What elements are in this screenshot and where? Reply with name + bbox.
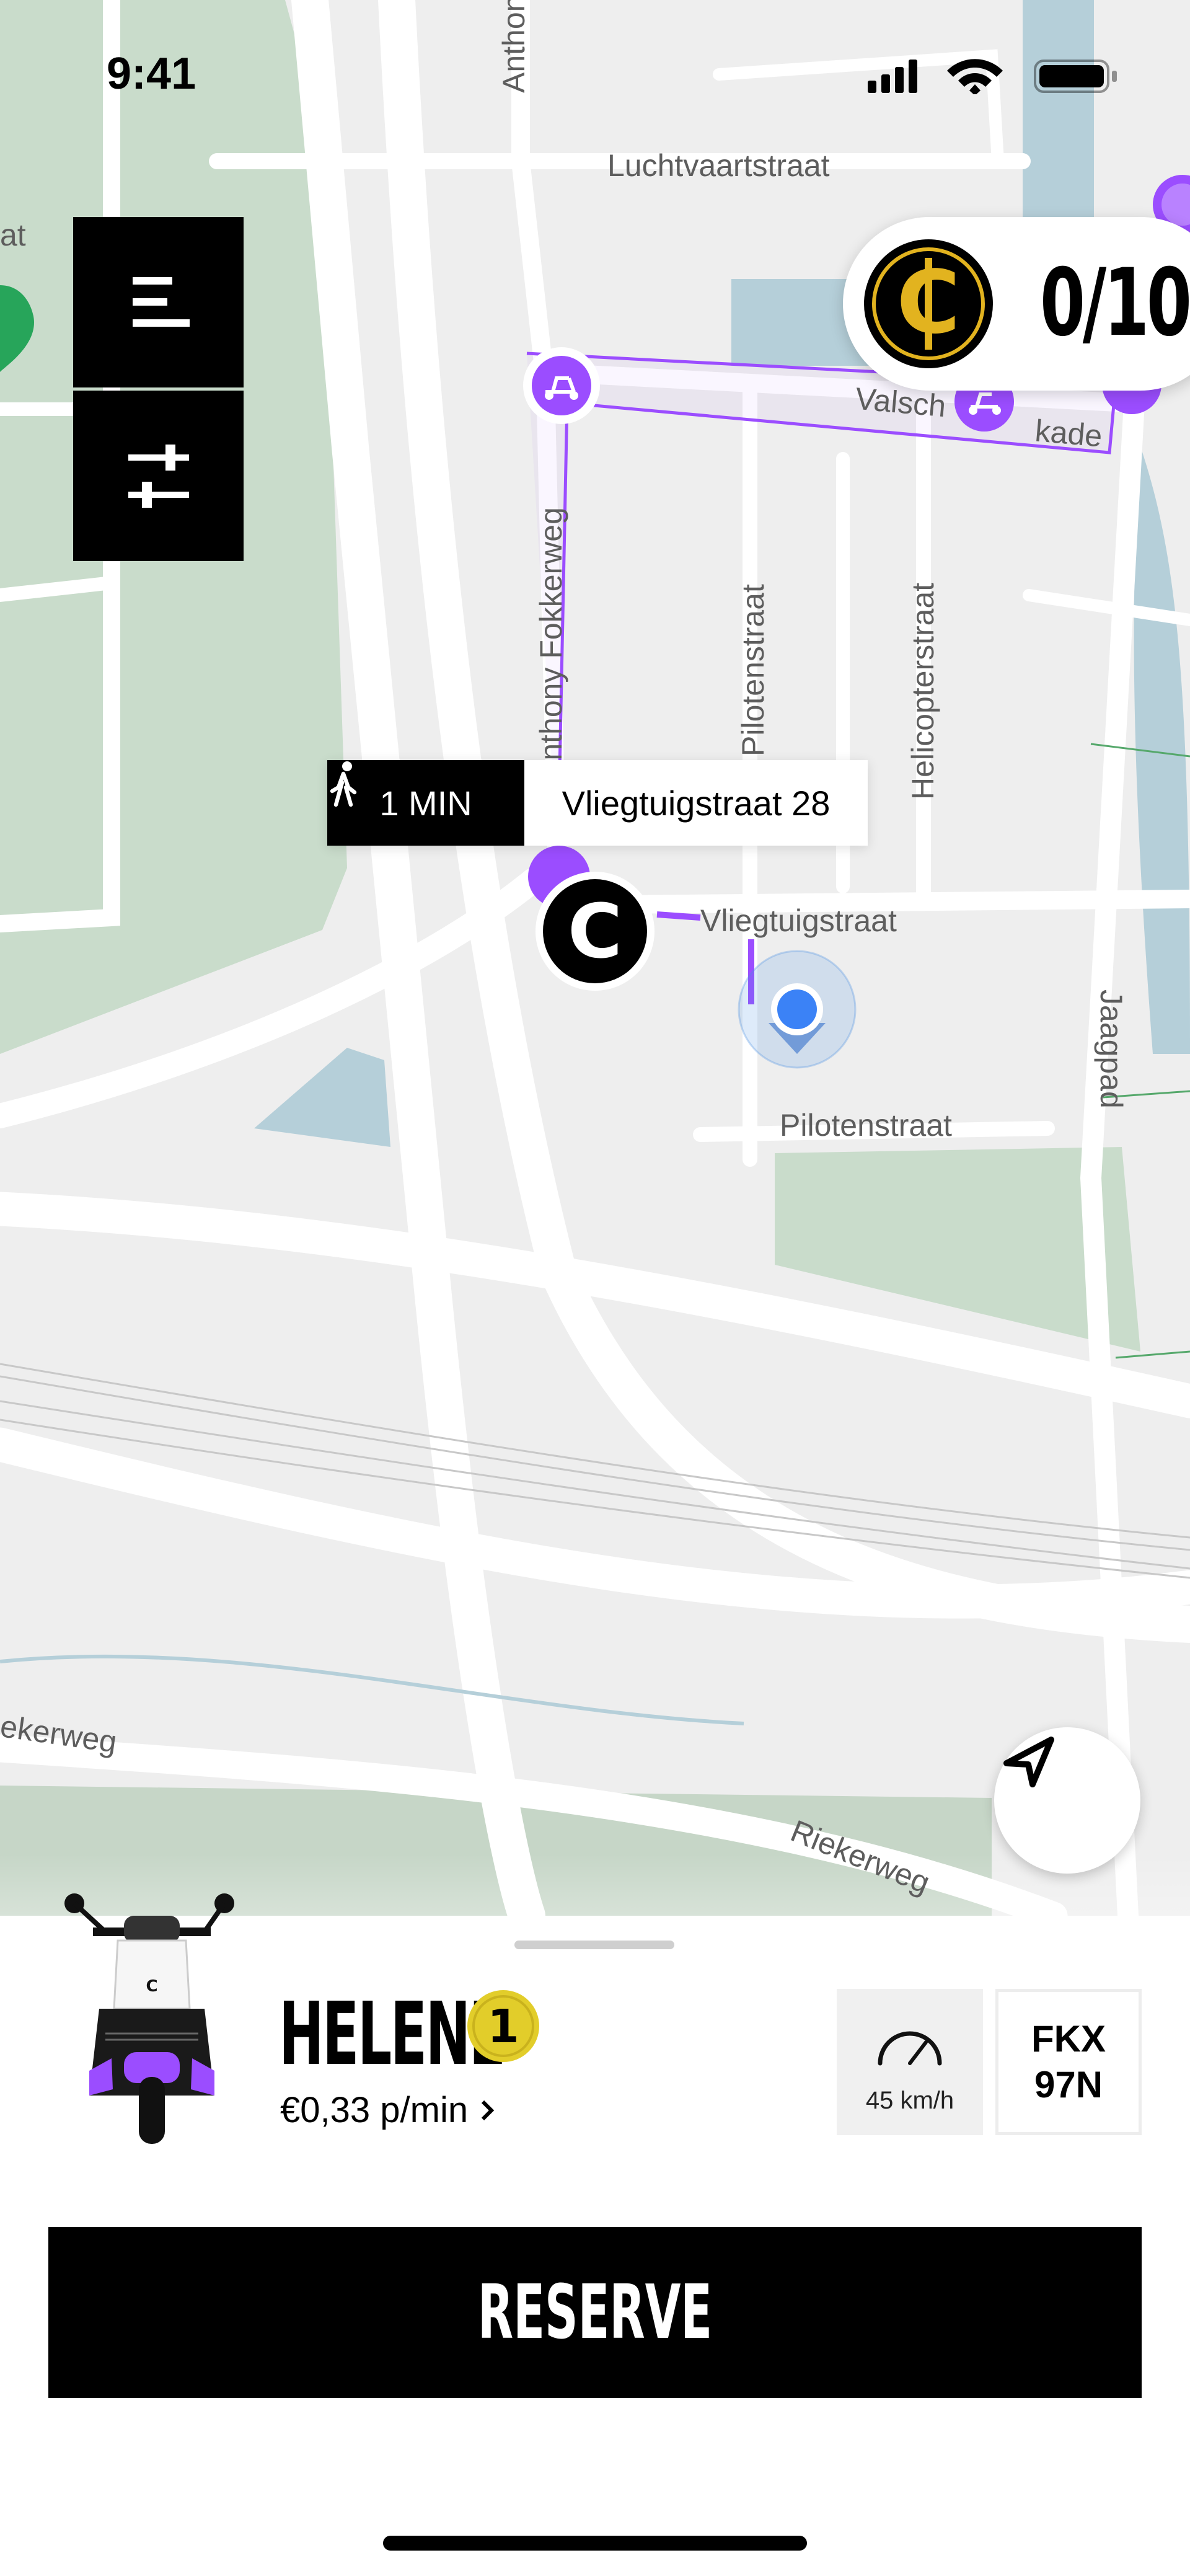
scooter-image: C: [64, 1893, 234, 2144]
coin-icon: C: [864, 239, 993, 368]
sliders-filter-icon: [128, 444, 189, 508]
street-label-pilotenstraat-vertical: Pilotenstraat: [736, 584, 770, 756]
hamburger-menu-icon: [132, 277, 190, 327]
reserve-button[interactable]: RESERVE: [48, 2227, 1142, 2398]
walk-address: Vliegtuigstraat 28: [524, 760, 868, 846]
walking-person-icon: [330, 761, 357, 807]
menu-button[interactable]: [73, 217, 244, 387]
street-label-anthony-fokkerweg: Anthony Fokkerweg: [534, 507, 568, 781]
reserve-label: RESERVE: [477, 2269, 713, 2356]
scooter-marker[interactable]: [523, 347, 600, 424]
filter-button[interactable]: [73, 391, 244, 561]
walk-time-badge: 1 MIN Vliegtuigstraat 28: [327, 760, 868, 846]
street-label-helicopterstraat: Helicopterstraat: [906, 582, 940, 800]
selected-vehicle-marker[interactable]: C: [536, 872, 654, 991]
walk-time: 1 MIN: [327, 760, 524, 846]
selected-marker-label: C: [568, 889, 622, 975]
speed-info: 45 km/h: [837, 1989, 983, 2135]
svg-text:C: C: [146, 1977, 157, 1996]
navigation-arrow-icon: [1003, 1737, 1054, 1787]
license-plate: FKX 97N: [995, 1989, 1142, 2135]
level-number: 1: [487, 2000, 519, 2053]
street-label-edge: at: [0, 218, 26, 252]
chevron-right-icon: [481, 2100, 495, 2120]
battery-icon: [1034, 60, 1117, 93]
recenter-location-button[interactable]: [994, 1727, 1140, 1874]
street-label-valschermkade-b: kade: [1033, 413, 1104, 454]
level-coin-icon: 1: [467, 1990, 539, 2062]
street-label-jaagpad: Jaagpad: [1094, 989, 1129, 1109]
wifi-icon: [947, 59, 1003, 94]
status-bar: 9:41: [0, 0, 1190, 149]
walk-time-text: 1 MIN: [379, 783, 472, 823]
speed-value: 45 km/h: [865, 2087, 954, 2114]
speedometer-icon: [878, 2031, 942, 2066]
status-time: 9:41: [107, 49, 196, 99]
vehicle-bottom-sheet: C HELENE 1 €0,33 p/min 45 km/h FKX 97N R…: [0, 1893, 1190, 2576]
coin-count: 0/10: [1040, 249, 1190, 357]
sheet-drag-handle[interactable]: [514, 1941, 674, 1949]
coin-counter[interactable]: C 0/10: [843, 217, 1190, 391]
plate-line-1: FKX: [1031, 2018, 1106, 2060]
status-icons: [868, 59, 1117, 94]
home-indicator[interactable]: [383, 2536, 807, 2551]
cellular-signal-icon: [868, 60, 917, 93]
street-label-pilotenstraat: Pilotenstraat: [780, 1108, 952, 1143]
price-link[interactable]: €0,33 p/min: [280, 2089, 495, 2131]
plate-line-2: 97N: [1034, 2064, 1103, 2105]
user-location-marker: [738, 950, 857, 1069]
street-label-luchtvaartstraat: Luchtvaartstraat: [607, 148, 830, 183]
level-badge: 1: [466, 1989, 540, 2063]
price-text: €0,33 p/min: [280, 2090, 469, 2130]
street-label-vliegtuigstraat: Vliegtuigstraat: [700, 903, 897, 938]
